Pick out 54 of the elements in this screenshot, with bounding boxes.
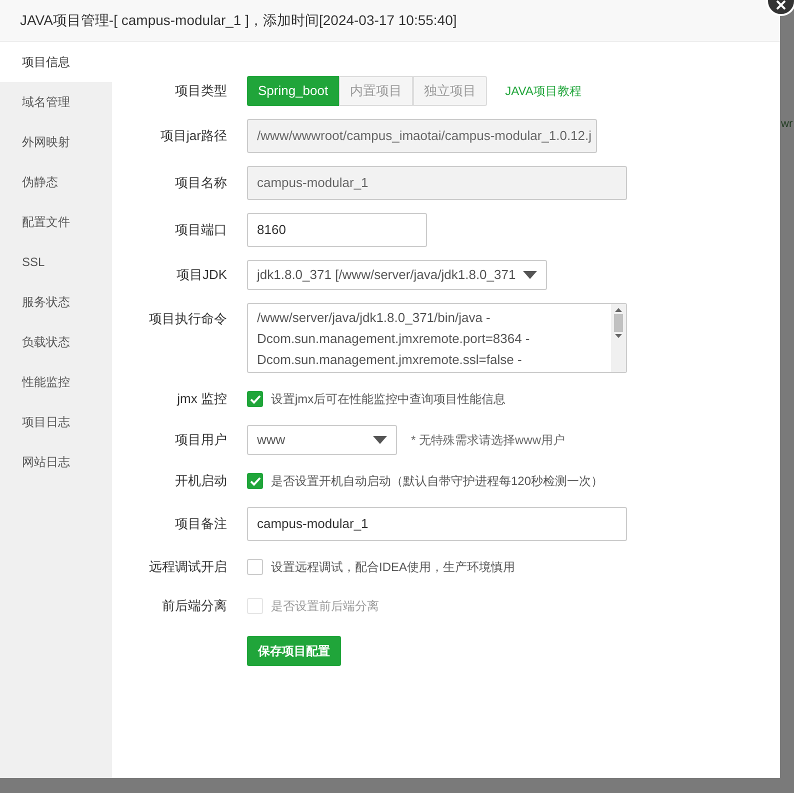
checkbox-label: 设置远程调试，配合IDEA使用，生产环境慎用 [271,559,516,576]
sidebar-item[interactable]: 外网映射 [0,122,112,162]
checkbox-label: 是否设置前后端分离 [271,598,379,615]
field-label: 前后端分离 [161,597,227,616]
field-label: 项目JDK [175,266,227,284]
window-title: JAVA项目管理-[ campus-modular_1 ]，添加时间[2024-03-17 10:55:40] [0,0,780,42]
field-label: 远程调试开启 [148,558,227,576]
background-text: wr [781,117,793,132]
field-label: 项目名称 [174,174,227,192]
sidebar-item[interactable]: 网站日志 [0,442,112,482]
field-label: 开机启动 [174,472,227,490]
command-line: Dcom.sun.management.jmxremote.ssl=false - [257,351,523,369]
scroll-thumb[interactable] [614,314,623,332]
sidebar-item[interactable]: 负载状态 [0,322,112,362]
command-line: /www/server/java/jdk1.8.0_371/bin/java - [257,309,492,327]
select-value: jdk1.8.0_371 [/www/server/java/jdk1.8.0_371 [257,266,516,284]
jdk-select[interactable]: jdk1.8.0_371 [/www/server/java/jdk1.8.0_371 [247,260,547,290]
field-label: 项目用户 [174,431,227,450]
field-label: 项目备注 [174,515,227,534]
field-label: jmx 监控 [176,390,227,408]
sidebar-item[interactable]: 伪静态 [0,162,112,202]
hint-text: * 无特殊需求请选择www用户 [411,432,566,449]
text-field[interactable]: campus-modular_1 [247,507,627,541]
sidebar-item[interactable]: 项目信息 [0,42,112,82]
command-line: Dcom.sun.management.jmxremote.port=8364 - [257,330,531,348]
scroll-up-icon[interactable] [615,308,622,312]
select-value: www [257,431,286,450]
text-field[interactable]: campus-modular_1 [247,166,627,200]
caret-icon [373,436,387,444]
user-select[interactable]: www [247,425,397,455]
sidebar-item[interactable]: 项目日志 [0,402,112,442]
checkbox[interactable] [247,559,263,575]
checkbox[interactable] [247,473,263,489]
checkbox-label: 设置jmx后可在性能监控中查询项目性能信息 [271,391,506,408]
close-icon [776,0,786,10]
scrollbar[interactable] [611,304,626,372]
text-field[interactable]: /www/wwwroot/campus_imaotai/campus-modular_1.0.12.j [247,119,597,153]
caret-icon [523,271,537,279]
sidebar-item[interactable]: 域名管理 [0,82,112,122]
sidebar-item[interactable]: 服务状态 [0,282,112,322]
sidebar-item[interactable]: 性能监控 [0,362,112,402]
field-label: 项目端口 [174,221,227,240]
field-label: 项目执行命令 [148,310,227,328]
command-textarea[interactable]: /www/server/java/jdk1.8.0_371/bin/java - Dcom.sun.management.jmxremote.port=8364 - Dcom.sun.management.jmxremote.ssl=false - [247,303,627,373]
checkbox[interactable] [247,391,263,407]
field-label: 项目jar路径 [160,127,227,146]
checkbox-label: 是否设置开机自动启动（默认自带守护进程每120秒检测一次） [271,473,604,490]
sidebar-item[interactable]: SSL [0,242,112,282]
check-icon [250,476,260,486]
text-field[interactable]: 8160 [247,213,427,247]
scroll-down-icon[interactable] [615,334,622,338]
field-label: 项目类型 [174,82,227,100]
sidebar-item[interactable]: 配置文件 [0,202,112,242]
check-icon [250,394,260,404]
